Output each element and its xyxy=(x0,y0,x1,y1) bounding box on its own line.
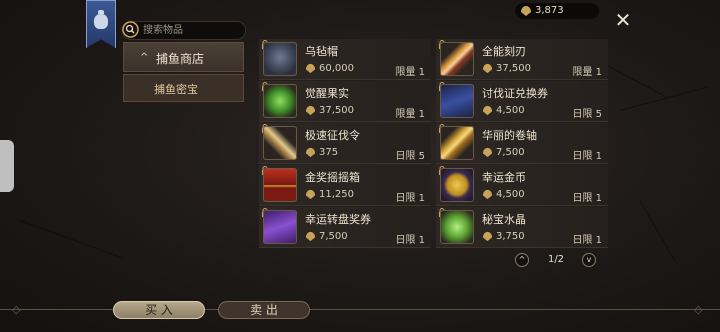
shop-item[interactable]: 秘宝水晶 3,750 日限 1 xyxy=(436,207,608,248)
shop-item[interactable]: 极速征伐令 375 日限 5 xyxy=(259,123,431,164)
category-fishing-treasure[interactable]: 捕鱼密宝 xyxy=(123,74,244,102)
hat-icon xyxy=(263,42,297,76)
shell-coin-icon xyxy=(482,63,493,74)
buy-tab-button[interactable]: 买 入 xyxy=(113,301,205,319)
item-price: 11,250 xyxy=(319,189,354,200)
shell-coin-icon xyxy=(305,147,316,158)
item-name: 金奖摇摇箱 xyxy=(305,171,360,184)
purchase-limit: 日限 1 xyxy=(572,193,602,204)
item-price: 37,500 xyxy=(496,63,531,74)
shop-item[interactable]: 乌毡帽 60,000 限量 1 xyxy=(259,39,431,80)
item-price: 7,500 xyxy=(319,231,348,242)
search-box[interactable] xyxy=(122,21,246,40)
side-panel-handle[interactable] xyxy=(0,140,14,192)
shell-coin-icon xyxy=(482,231,493,242)
item-name: 讨伐证兑换券 xyxy=(482,87,548,100)
voucher-icon xyxy=(440,84,474,118)
inventory-banner[interactable] xyxy=(86,0,116,48)
category-label: 捕鱼密宝 xyxy=(154,83,198,96)
item-name: 幸运转盘奖券 xyxy=(305,213,371,226)
gold-coin-icon xyxy=(440,168,474,202)
category-fishing-shop[interactable]: ^ 捕鱼商店 xyxy=(123,42,244,72)
bag-icon xyxy=(94,10,108,29)
search-icon xyxy=(122,21,139,38)
item-price: 375 xyxy=(319,147,339,158)
item-price: 4,500 xyxy=(496,105,525,116)
shop-item[interactable]: 幸运金币 4,500 日限 1 xyxy=(436,165,608,206)
shell-coin-icon xyxy=(482,147,493,158)
item-price: 4,500 xyxy=(496,189,525,200)
page-next-button[interactable]: v xyxy=(582,253,596,267)
search-input[interactable] xyxy=(143,23,241,38)
shell-coin-icon xyxy=(305,63,316,74)
shell-coin-icon xyxy=(482,189,493,200)
item-name: 华丽的卷轴 xyxy=(482,129,537,142)
purchase-limit: 限量 1 xyxy=(395,109,425,120)
purchase-limit: 限量 1 xyxy=(572,67,602,78)
close-button[interactable]: ✕ xyxy=(613,10,633,30)
purchase-limit: 日限 1 xyxy=(572,235,602,246)
page-prev-button[interactable]: ^ xyxy=(515,253,529,267)
currency-amount: 3,873 xyxy=(535,5,564,16)
bottom-divider xyxy=(0,309,720,310)
item-name: 极速征伐令 xyxy=(305,129,360,142)
item-price: 60,000 xyxy=(319,63,354,74)
ornament-right-icon: ◇ xyxy=(694,303,703,316)
purchase-limit: 限量 1 xyxy=(395,67,425,78)
crystal-icon xyxy=(440,210,474,244)
shell-coin-icon xyxy=(482,105,493,116)
shop-item[interactable]: 全能刻刃 37,500 限量 1 xyxy=(436,39,608,80)
purchase-limit: 日限 5 xyxy=(395,151,425,162)
category-label: 捕鱼商店 xyxy=(156,52,205,66)
shop-item[interactable]: 讨伐证兑换券 4,500 日限 5 xyxy=(436,81,608,122)
item-price: 3,750 xyxy=(496,231,525,242)
chest-icon xyxy=(263,168,297,202)
page-indicator: 1/2 xyxy=(547,254,565,265)
shell-coin-icon xyxy=(305,105,316,116)
currency-display: 3,873 xyxy=(515,3,599,19)
item-name: 觉醒果实 xyxy=(305,87,349,100)
purchase-limit: 日限 5 xyxy=(572,109,602,120)
fruit-icon xyxy=(263,84,297,118)
shell-coin-icon xyxy=(305,189,316,200)
collapse-arrow-icon: ^ xyxy=(140,52,149,63)
shop-item[interactable]: 觉醒果实 37,500 限量 1 xyxy=(259,81,431,122)
purchase-limit: 日限 1 xyxy=(572,151,602,162)
item-name: 乌毡帽 xyxy=(305,45,338,58)
shop-item[interactable]: 华丽的卷轴 7,500 日限 1 xyxy=(436,123,608,164)
bone-icon xyxy=(263,126,297,160)
ornament-left-icon: ◇ xyxy=(12,303,21,316)
item-price: 37,500 xyxy=(319,105,354,116)
purchase-limit: 日限 1 xyxy=(395,193,425,204)
item-grid: 乌毡帽 60,000 限量 1 全能刻刃 37,500 限量 1 觉醒果实 37… xyxy=(259,39,608,248)
shell-coin-icon xyxy=(305,231,316,242)
shop-item[interactable]: 金奖摇摇箱 11,250 日限 1 xyxy=(259,165,431,206)
item-name: 秘宝水晶 xyxy=(482,213,526,226)
scroll-icon xyxy=(440,126,474,160)
purchase-limit: 日限 1 xyxy=(395,235,425,246)
item-price: 7,500 xyxy=(496,147,525,158)
blade-icon xyxy=(440,42,474,76)
shop-item[interactable]: 幸运转盘奖券 7,500 日限 1 xyxy=(259,207,431,248)
item-name: 幸运金币 xyxy=(482,171,526,184)
sell-tab-button[interactable]: 卖 出 xyxy=(218,301,310,319)
ticket-icon xyxy=(263,210,297,244)
item-name: 全能刻刃 xyxy=(482,45,526,58)
shell-coin-icon xyxy=(521,6,531,16)
